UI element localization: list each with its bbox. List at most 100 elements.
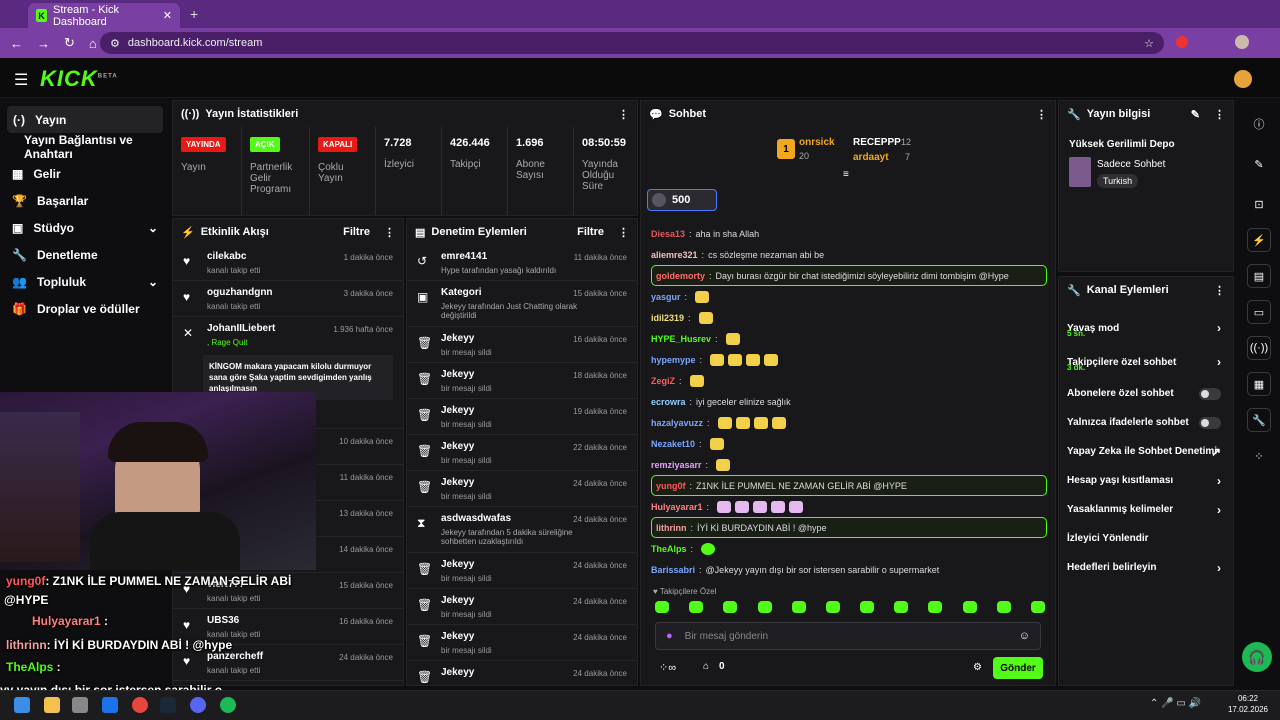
community-icon[interactable]: ⁘ (1247, 444, 1271, 468)
more-icon[interactable]: ⋮ (618, 108, 629, 121)
table-row[interactable]: 🗑 Jekeyy bir mesajı sildi 24 dakika önce (407, 589, 637, 625)
chat-username[interactable]: lithrinn (656, 523, 687, 533)
clock[interactable]: 06:22 17.02.2026 (1226, 693, 1270, 715)
channel-action-item[interactable]: Yavaş mod 5 sn. › (1059, 311, 1233, 345)
broadcast-icon[interactable]: ((·)) (1247, 336, 1271, 360)
chat-message[interactable]: aliemre321: cs sözleşme nezaman abi be (641, 244, 1055, 265)
filter-button[interactable]: Filtre (343, 226, 370, 238)
table-row[interactable]: 🗑 Jekeyy bir mesajı sildi 19 dakika önce (407, 399, 637, 435)
chat-username[interactable]: hypemype (651, 355, 696, 365)
chat-message[interactable]: ZegiZ: (641, 370, 1055, 391)
chat-message[interactable]: Barissabri: @Jekeyy yayın dışı bir sor is… (641, 559, 1055, 580)
sidebar-item-stream-key[interactable]: Yayın Bağlantısı ve Anahtarı (0, 133, 170, 161)
emote-picker-icon[interactable] (1030, 601, 1045, 613)
more-icon[interactable]: ⋮ (1214, 108, 1225, 121)
emote-picker-icon[interactable] (962, 601, 977, 613)
chat-username[interactable]: yung0f (656, 481, 686, 491)
edit-icon[interactable]: ✎ (1191, 108, 1200, 121)
sidebar-item-studyo[interactable]: ▣ Stüdyo ⌄ (0, 214, 170, 241)
channel-action-item[interactable]: Yasaklanmış kelimeler › (1059, 495, 1233, 524)
channel-action-item[interactable]: İzleyici Yönlendir (1059, 524, 1233, 553)
chat-message[interactable]: goldemorty: Dayı burası özgür bir chat is… (651, 265, 1047, 286)
chat-message[interactable]: hazalyavuzz: (641, 412, 1055, 433)
table-row[interactable]: ↺ emre4141 Hype tarafından yasağı kaldırıl… (407, 245, 637, 281)
toggle-switch[interactable] (1199, 387, 1221, 400)
table-row[interactable]: 🗑 Jekeyy bir mesajı sildi 16 dakika önce (407, 327, 637, 363)
support-headset-icon[interactable]: 🎧 (1242, 642, 1272, 672)
more-icon[interactable]: ⋮ (384, 226, 395, 239)
more-icon[interactable]: ⋮ (1214, 284, 1225, 297)
sidebar-item-droplar[interactable]: 🎁 Droplar ve ödüller (0, 295, 170, 322)
discord-icon[interactable] (190, 697, 206, 713)
table-row[interactable]: 🗑 Jekeyy bir mesajı sildi 24 dakika önce (407, 625, 637, 661)
sidebar-item-basarilar[interactable]: 🏆 Başarılar (0, 187, 170, 214)
chat-username[interactable]: remziyasarr (651, 460, 702, 470)
close-tab-icon[interactable]: ✕ (163, 9, 172, 22)
chat-username[interactable]: aliemre321 (651, 250, 698, 260)
chat-username[interactable]: HYPE_Husrev (651, 334, 711, 344)
kick-logo[interactable]: KICKBETA (40, 66, 118, 92)
channel-action-item[interactable]: Yalnızca ifadelerle sohbet (1059, 408, 1233, 437)
lightning-icon[interactable]: ⚡ (1247, 228, 1271, 252)
spotify-icon[interactable] (220, 697, 236, 713)
emote-picker-icon[interactable] (825, 601, 840, 613)
toggle-switch[interactable] (1199, 416, 1221, 429)
chat-username[interactable]: goldemorty (656, 271, 705, 281)
reload-icon[interactable]: ↻ (64, 35, 75, 51)
url-input[interactable]: ⚙ dashboard.kick.com/stream ☆ (100, 32, 1164, 54)
chrome-icon[interactable] (132, 697, 148, 713)
menu-icon[interactable]: ☰ (14, 70, 28, 90)
more-icon[interactable]: ⋮ (618, 226, 629, 239)
filter-button[interactable]: Filtre (577, 226, 604, 238)
channel-action-item[interactable]: Takipçilere özel sohbet 3 dk. › (1059, 345, 1233, 379)
emote-picker-icon[interactable] (860, 601, 875, 613)
emote-picker-icon[interactable] (655, 601, 669, 613)
send-button[interactable]: Gönder (993, 657, 1043, 679)
store-icon[interactable]: ⌂ (703, 661, 709, 672)
chat-message[interactable]: TheAlps: (641, 538, 1055, 559)
pencil-icon[interactable]: ✎ (1247, 152, 1271, 176)
chat-username[interactable]: Barissabri (651, 565, 695, 575)
extension-icon[interactable] (1176, 36, 1188, 48)
layout-icon[interactable]: ▦ (1247, 372, 1271, 396)
screenshot-icon[interactable]: ⊡ (1247, 192, 1271, 216)
chat-message[interactable]: Hulyayarar1: (641, 496, 1055, 517)
table-row[interactable]: ⧗ asdwasdwafas Jekeyy tarafından 5 dakika … (407, 507, 637, 553)
table-row[interactable]: 🗑 Jekeyy bir mesajı sildi 24 dakika önce (407, 471, 637, 507)
forward-icon[interactable]: → (37, 36, 50, 51)
chat-message[interactable]: HYPE_Husrev: (641, 328, 1055, 349)
sidebar-item-gelir[interactable]: ▦ Gelir (0, 160, 170, 187)
profile-avatar[interactable] (1235, 35, 1249, 49)
chat-username[interactable]: Nezaket10 (651, 439, 695, 449)
emote-picker-icon[interactable] (757, 601, 772, 613)
channel-action-item[interactable]: Yapay Zeka ile Sohbet Denetimi ↗ (1059, 437, 1233, 466)
chat-settings-icon[interactable]: ⚙ (973, 662, 982, 673)
tools-icon[interactable]: 🔧 (1247, 408, 1271, 432)
emote-picker-icon[interactable] (996, 601, 1011, 613)
sidebar-item-denetleme[interactable]: 🔧 Denetleme (0, 241, 170, 268)
channel-action-item[interactable]: Hedefleri belirleyin › (1059, 553, 1233, 582)
outlook-icon[interactable] (102, 697, 118, 713)
emote-picker-icon[interactable] (689, 601, 704, 613)
chat-username[interactable]: yasgur (651, 292, 681, 302)
chat-message[interactable]: ecrowra: iyi geceler elinize sağlık (641, 391, 1055, 412)
emote-picker-icon[interactable] (791, 601, 806, 613)
chat-message[interactable]: hypemype: (641, 349, 1055, 370)
chat-message[interactable]: lithrinn: İYİ Kİ BURDAYDIN ABİ ! @hype (651, 517, 1047, 538)
chat-message[interactable]: remziyasarr: (641, 454, 1055, 475)
back-icon[interactable]: ← (10, 36, 23, 51)
table-row[interactable]: ▣ Kategori Jekeyy tarafından Just Chatting… (407, 281, 637, 327)
emote-picker-icon[interactable] (894, 601, 909, 613)
channel-action-item[interactable]: Hesap yaşı kısıtlaması › (1059, 466, 1233, 495)
mic-icon[interactable]: ● (666, 630, 673, 642)
table-row[interactable]: 🗑 Jekeyy bir mesajı sildi 18 dakika önce (407, 363, 637, 399)
chat-username[interactable]: hazalyavuzz (651, 418, 703, 428)
chat-username[interactable]: ZegiZ (651, 376, 675, 386)
list-item[interactable]: ♥ oguzhandgnn kanalı takip etti 3 dakika ön… (173, 281, 403, 317)
app-icon[interactable] (72, 697, 88, 713)
chat-username[interactable]: Hulyayarar1 (651, 502, 703, 512)
chat-username[interactable]: Diesa13 (651, 229, 685, 239)
category-name[interactable]: Sadece Sohbet (1097, 159, 1165, 170)
chat-username[interactable]: TheAlps (651, 544, 687, 554)
expand-leaderboard-icon[interactable]: ≡ (843, 169, 849, 180)
